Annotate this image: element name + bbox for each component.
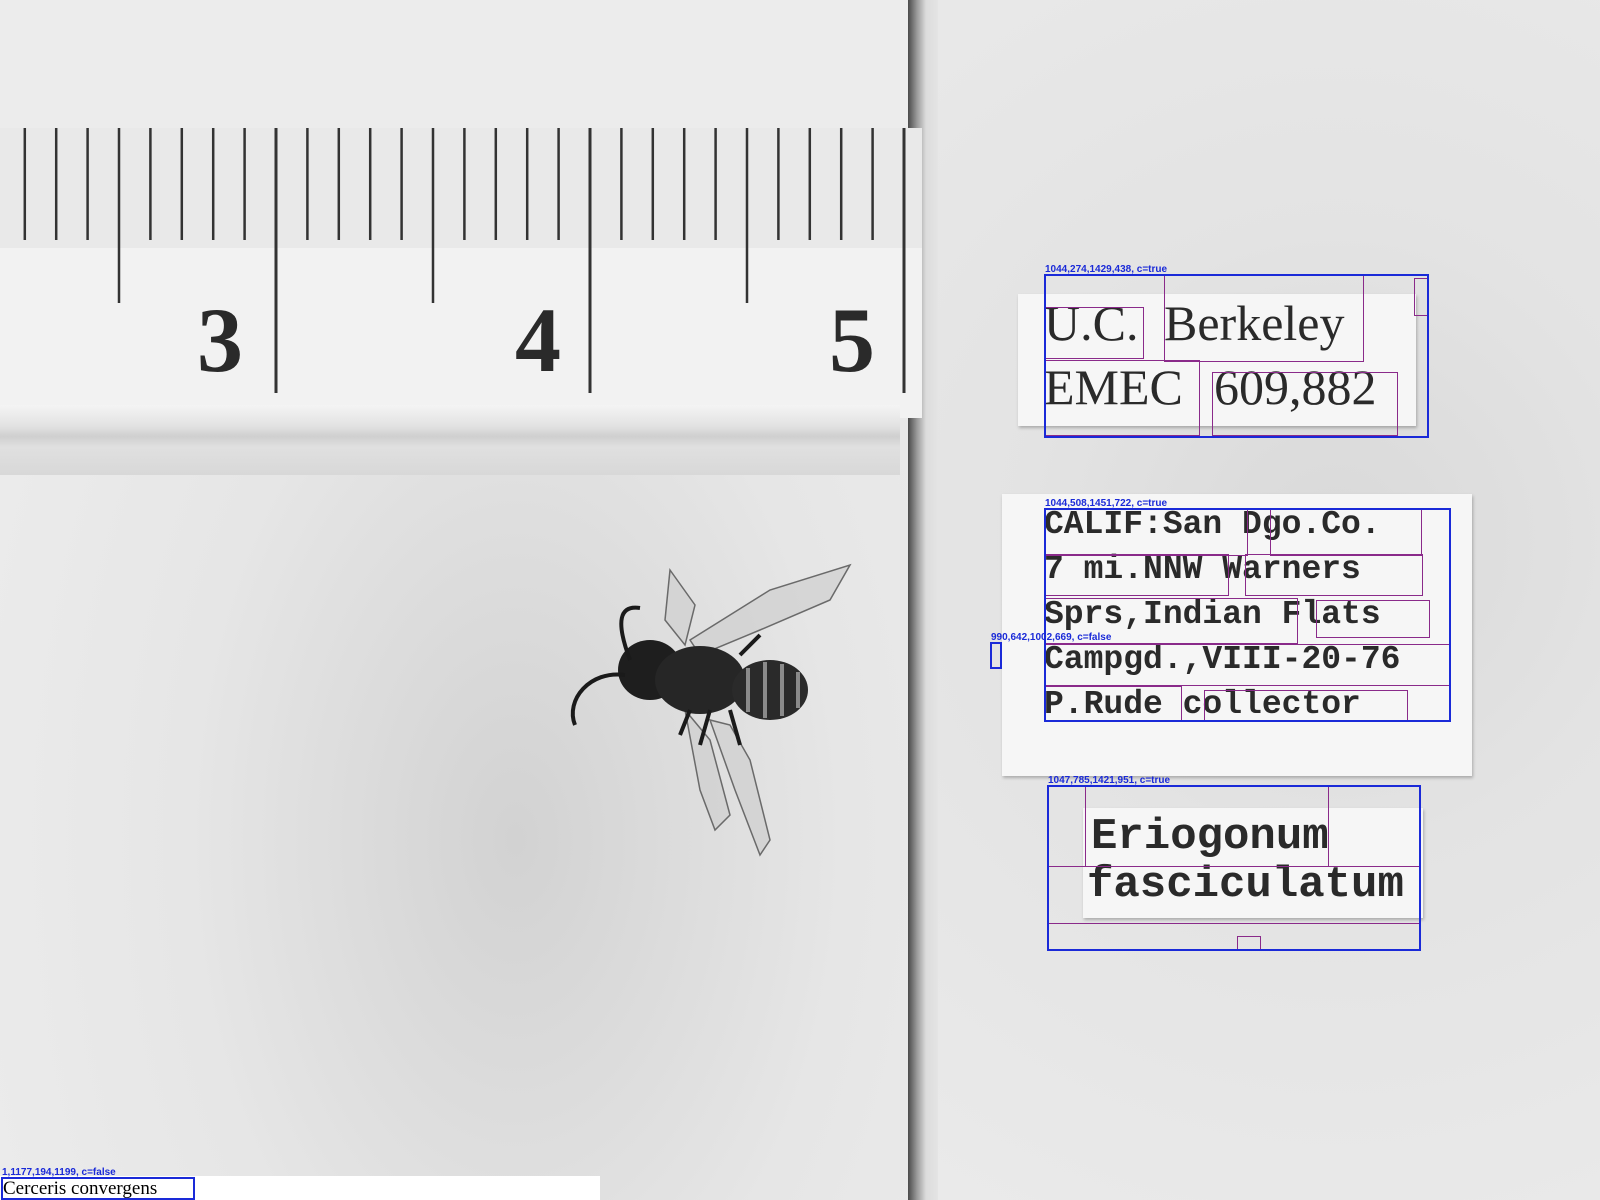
ruler-number-3: 3 [197, 289, 243, 391]
insect-antenna-lower [570, 672, 626, 726]
wing-upper-right [688, 563, 852, 656]
annotation-box-pin [990, 642, 1002, 669]
annotation-box-label-1 [1044, 274, 1429, 438]
annotation-box-caption [1, 1177, 195, 1200]
ruler-base-edge [0, 405, 900, 475]
wing-upper-left [664, 567, 696, 647]
annotation-box-label-3 [1047, 785, 1421, 951]
insect-specimen [570, 563, 852, 857]
annotation-tag-label-3: 1047,785,1421,951, c=true [1048, 775, 1171, 786]
annotation-box-label-2 [1044, 508, 1451, 722]
ruler: 3 4 5 [0, 128, 922, 418]
annotation-tag-caption: 1,1177,194,1199, c=false [2, 1167, 116, 1178]
annotation-tag-label-2: 1044,508,1451,722, c=true [1045, 498, 1168, 509]
ruler-tick-band [0, 128, 922, 248]
ruler-number-5: 5 [829, 289, 875, 391]
annotation-tag-pin: 990,642,1002,669, c=false [991, 632, 1112, 643]
ruler-number-4: 4 [515, 289, 561, 391]
insect-thorax [655, 646, 745, 714]
annotation-tag-label-1: 1044,274,1429,438, c=true [1045, 264, 1168, 275]
foam-board-top [0, 0, 910, 135]
